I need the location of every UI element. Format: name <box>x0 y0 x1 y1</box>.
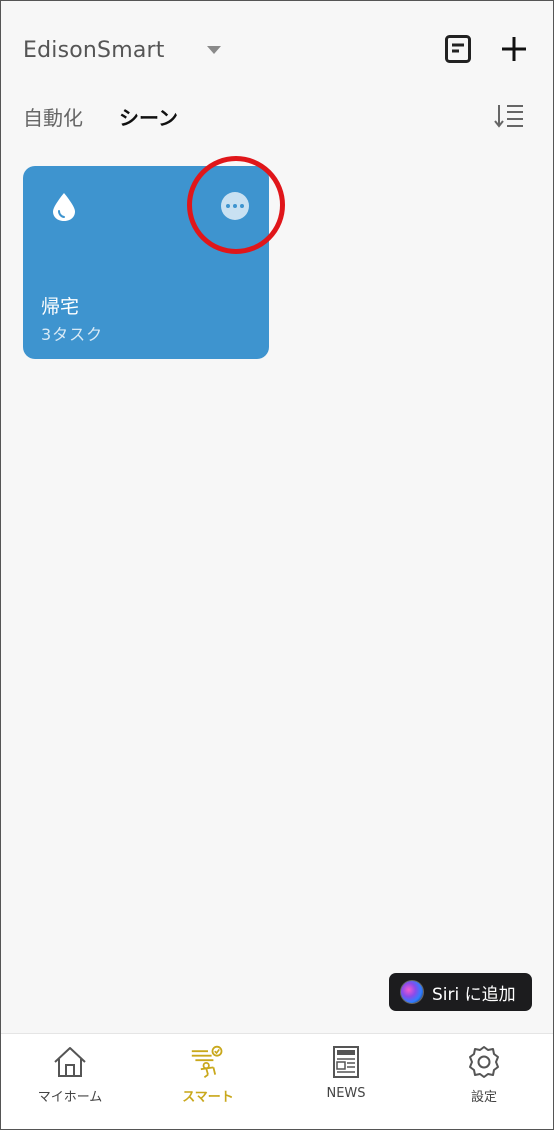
document-list-icon <box>445 35 471 63</box>
caret-down-icon <box>206 46 221 54</box>
siri-icon <box>400 980 424 1004</box>
home-selector[interactable]: EdisonSmart <box>23 33 221 67</box>
add-to-siri-button[interactable]: Siri に追加 <box>389 973 532 1011</box>
tab-automation[interactable]: 自動化 <box>23 102 83 131</box>
nav-label-smart: スマート <box>182 1090 234 1105</box>
tab-scene[interactable]: シーン <box>119 102 178 131</box>
sort-button[interactable] <box>493 101 525 131</box>
water-drop-icon <box>53 193 75 221</box>
sort-icon <box>494 105 523 128</box>
newspaper-icon <box>333 1046 359 1078</box>
scene-task-count: 3タスク <box>41 325 104 344</box>
scene-name: 帰宅 <box>41 296 80 318</box>
nav-news[interactable]: NEWS <box>277 1034 415 1129</box>
home-name: EdisonSmart <box>23 37 165 63</box>
tab-bar: 自動化 シーン <box>23 101 178 131</box>
nav-label-settings: 設定 <box>470 1090 497 1105</box>
nav-label-my-home: マイホーム <box>37 1090 103 1105</box>
nav-settings[interactable]: 設定 <box>415 1034 553 1129</box>
bottom-navigation: マイホーム スマート NEWS 設定 <box>1 1033 553 1129</box>
home-icon <box>54 1047 86 1077</box>
siri-label: Siri に追加 <box>432 984 516 1005</box>
nav-label-news: NEWS <box>326 1086 366 1101</box>
nav-smart[interactable]: スマート <box>139 1034 277 1129</box>
plus-icon <box>502 37 526 61</box>
highlight-circle <box>187 156 285 254</box>
add-button[interactable] <box>498 32 530 66</box>
nav-my-home[interactable]: マイホーム <box>1 1034 139 1129</box>
log-button[interactable] <box>442 32 474 66</box>
app-screen: EdisonSmart 自動化 シーン 帰宅 3タスク Siri に追加 マイホ… <box>0 0 554 1130</box>
smart-icon <box>191 1045 223 1079</box>
gear-icon <box>469 1046 499 1078</box>
